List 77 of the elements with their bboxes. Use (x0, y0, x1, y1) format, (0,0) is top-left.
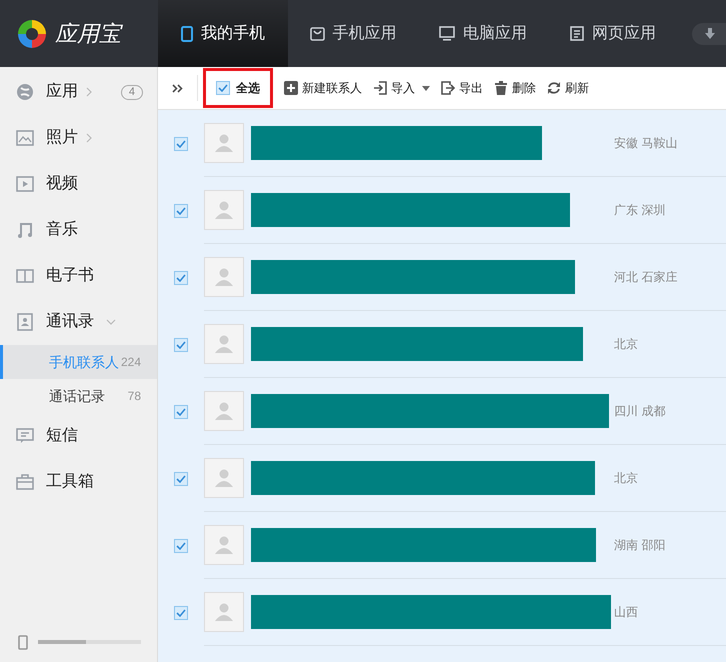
import-icon (373, 81, 387, 95)
export-icon (441, 81, 455, 95)
count-badge: 4 (120, 84, 143, 100)
checkbox[interactable] (174, 472, 188, 486)
book-icon (16, 267, 34, 285)
bag-icon (310, 26, 324, 40)
contact-location: 河北 石家庄 (614, 269, 678, 286)
person-icon (214, 201, 234, 219)
toolbar-button[interactable]: 导出 (441, 79, 483, 97)
checkbox[interactable] (174, 204, 188, 218)
sidebar-item[interactable]: 音乐 (0, 207, 157, 253)
person-icon (214, 335, 234, 353)
checkbox[interactable] (174, 404, 188, 418)
nav-tab[interactable]: 电脑应用 (418, 0, 548, 67)
contact-location: 安徽 马鞍山 (614, 135, 678, 152)
download-icon (704, 28, 716, 40)
checkmark-icon (176, 274, 186, 282)
phone-icon (18, 634, 28, 650)
select-all-label: 全选 (236, 80, 260, 97)
nav-tab[interactable]: 我的手机 (158, 0, 288, 67)
toolbar-button[interactable]: 新建联系人 (284, 79, 362, 97)
video-icon (16, 175, 34, 193)
checkbox[interactable] (216, 81, 230, 95)
music-note-icon (16, 221, 34, 239)
refresh-icon (547, 81, 561, 95)
contact-location: 北京 (614, 336, 638, 353)
person-icon (214, 536, 234, 554)
sidebar-item[interactable]: 电子书 (0, 253, 157, 299)
checkbox[interactable] (174, 338, 188, 352)
monitor-icon (439, 26, 455, 41)
checkbox[interactable] (174, 136, 188, 150)
double-chevron-icon (172, 84, 184, 92)
toolbar-button[interactable]: 刷新 (547, 79, 589, 97)
phone-icon (181, 26, 193, 42)
checkmark-icon (176, 608, 186, 616)
checkmark-icon (176, 340, 186, 348)
person-icon (214, 402, 234, 420)
checkmark-icon (176, 542, 186, 550)
contact-location: 广东 深圳 (614, 202, 666, 219)
sidebar-item[interactable]: 照片 (0, 115, 157, 161)
person-icon (214, 469, 234, 487)
nav-tab[interactable]: 手机应用 (288, 0, 418, 67)
app-store-icon (16, 83, 34, 101)
document-icon (570, 26, 584, 41)
contact-book-icon (16, 313, 34, 331)
checkbox[interactable] (174, 270, 188, 284)
toolbar-button[interactable]: 导入 (373, 79, 430, 97)
logo-icon (17, 18, 47, 48)
download-button[interactable] (692, 22, 726, 44)
checkbox[interactable] (174, 538, 188, 552)
checkmark-icon (218, 84, 228, 92)
person-icon (214, 268, 234, 286)
contact-location: 北京 (614, 470, 638, 487)
message-icon (16, 427, 34, 445)
contact-location: 山西 (614, 604, 638, 621)
contact-location: 四川 成都 (614, 403, 666, 420)
toolbar-button[interactable]: 删除 (494, 79, 536, 97)
toolbox-icon (16, 473, 34, 491)
person-icon (214, 134, 234, 152)
sidebar-item[interactable]: 工具箱 (0, 459, 157, 505)
photo-icon (16, 129, 34, 147)
contact-location: 湖南 邵阳 (614, 537, 666, 554)
checkmark-icon (176, 140, 186, 148)
checkbox[interactable] (174, 606, 188, 620)
sidebar-item[interactable]: 短信 (0, 413, 157, 459)
trash-icon (494, 81, 508, 95)
nav-tab[interactable]: 网页应用 (548, 0, 678, 67)
sidebar-subitem[interactable]: 通话记录 78 (0, 379, 157, 413)
person-icon (214, 603, 234, 621)
checkmark-icon (176, 206, 186, 214)
plus-icon (284, 81, 298, 95)
checkmark-icon (176, 408, 186, 416)
sidebar-item[interactable]: 通讯录 (0, 299, 157, 345)
sidebar-item[interactable]: 应用 4 (0, 69, 157, 115)
checkmark-icon (176, 474, 186, 482)
sidebar-item[interactable]: 视频 (0, 161, 157, 207)
app-logo-text: 应用宝 (55, 20, 121, 48)
